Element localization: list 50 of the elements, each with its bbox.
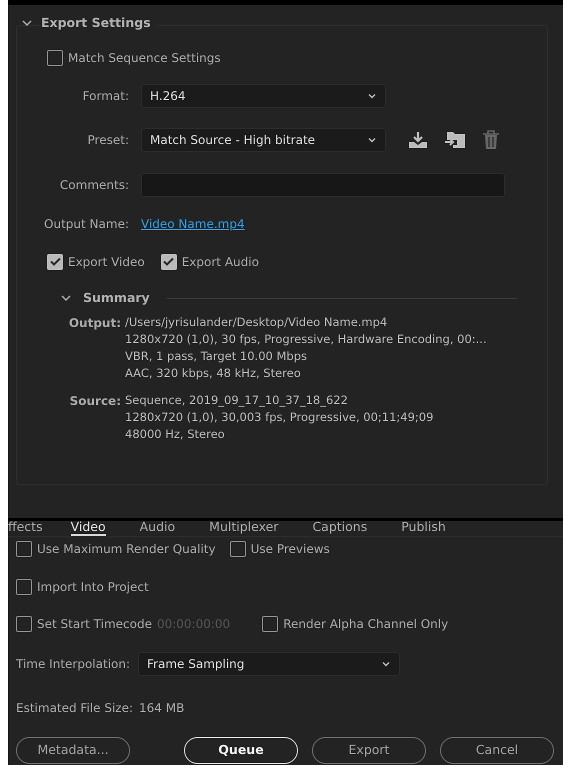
- summary-line: AAC, 320 kbps, 48 kHz, Stereo: [125, 364, 302, 382]
- checkbox[interactable]: [16, 616, 32, 632]
- summary-line: 48000 Hz, Stereo: [125, 426, 226, 442]
- tab[interactable]: Publish: [401, 518, 446, 536]
- tab[interactable]: Audio: [140, 518, 176, 536]
- checkbox-label: Use Previews: [250, 541, 330, 558]
- tab[interactable]: Multiplexer: [209, 518, 278, 536]
- field-label: Estimated File Size:: [16, 700, 134, 717]
- button[interactable]: Export: [312, 737, 426, 764]
- interpolation-dropdown[interactable]: Frame Sampling: [138, 652, 400, 676]
- button[interactable]: Metadata...: [16, 737, 130, 764]
- checkbox[interactable]: [230, 541, 246, 557]
- field-label: Output Name:: [43, 216, 130, 233]
- summary-line: 1280x720 (1,0), 30,003 fps, Progressive, 00;11;49;09: [125, 408, 434, 426]
- checkbox[interactable]: [160, 254, 177, 270]
- button[interactable]: Queue: [184, 737, 298, 764]
- checkbox-label: Import Into Project: [37, 579, 149, 596]
- field-label: Format:: [82, 88, 130, 105]
- format-dropdown[interactable]: H.264: [141, 84, 386, 108]
- checkbox[interactable]: [262, 616, 278, 632]
- summary-line: Sequence, 2019_09_17_10_37_18_622: [125, 392, 349, 408]
- tab[interactable]: ffects: [8, 518, 43, 536]
- button[interactable]: Cancel: [440, 737, 554, 764]
- checkbox-label: Use Maximum Render Quality: [37, 541, 216, 558]
- caret-icon: [381, 659, 392, 669]
- checkbox[interactable]: [47, 254, 63, 270]
- checkbox-label: Export Audio: [182, 254, 259, 271]
- checkbox[interactable]: [16, 541, 32, 557]
- output-name-link[interactable]: Video Name.mp4: [141, 214, 245, 233]
- summary-line: /Users/jyrisulander/Desktop/Video Name.mp4: [125, 314, 388, 330]
- checkbox-label: Render Alpha Channel Only: [283, 616, 448, 633]
- checkbox-label: Match Sequence Settings: [68, 50, 221, 67]
- summary-label: Source:: [68, 392, 121, 410]
- preset-dropdown[interactable]: Match Source - High bitrate: [141, 128, 386, 152]
- checkbox-label: Export Video: [68, 254, 145, 271]
- field-label: Preset:: [86, 132, 130, 149]
- checkbox[interactable]: [47, 50, 63, 66]
- checkbox-label: Set Start Timecode: [37, 616, 152, 633]
- summary-line: 1280x720 (1,0), 30 fps, Progressive, Hardware Encoding, 00:...: [125, 330, 487, 348]
- file-size-value: 164 MB: [139, 700, 184, 717]
- summary-line: VBR, 1 pass, Target 10.00 Mbps: [125, 348, 308, 364]
- download-icon[interactable]: [408, 130, 428, 149]
- tab[interactable]: Video: [70, 518, 106, 536]
- checkbox[interactable]: [16, 579, 32, 595]
- summary-label: Output:: [68, 314, 121, 332]
- tab[interactable]: Captions: [312, 518, 368, 536]
- folder-import-icon[interactable]: [444, 130, 466, 149]
- field-label: Comments:: [58, 176, 130, 194]
- field-label: Time Interpolation:: [16, 656, 130, 673]
- trash-icon[interactable]: [482, 130, 500, 150]
